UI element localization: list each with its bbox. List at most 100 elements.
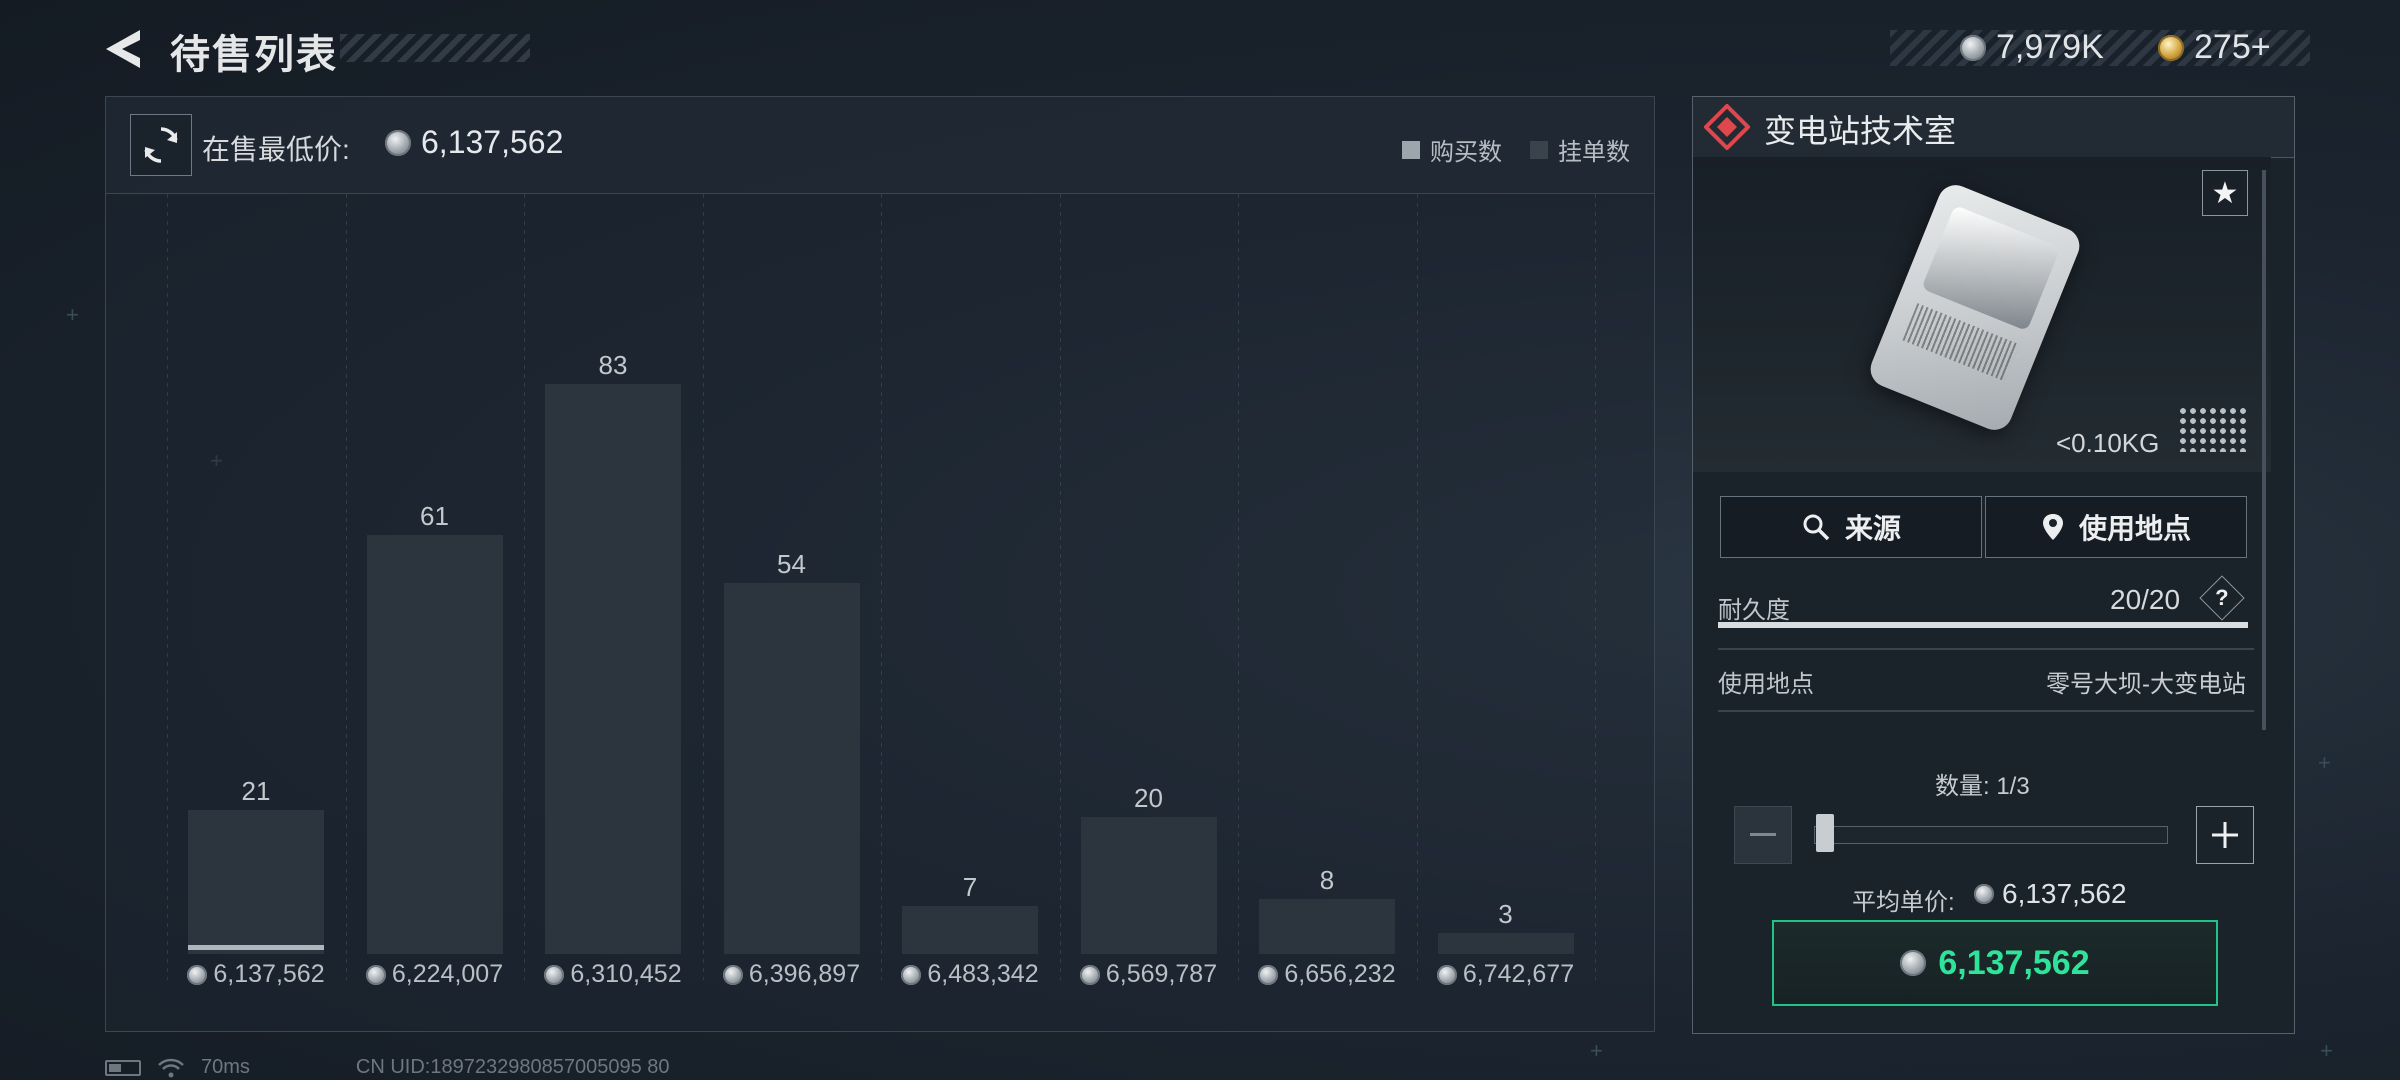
grid-line <box>1416 194 1418 980</box>
legend-list-label: 挂单数 <box>1558 139 1630 166</box>
price-tick-label[interactable]: 6,310,452 <box>513 960 713 989</box>
silver-currency: 7,979K <box>1960 28 2104 67</box>
silver-coin-icon <box>1079 964 1100 985</box>
quantity-slider-handle[interactable] <box>1816 814 1834 852</box>
location-label: 使用地点 <box>1718 671 1814 698</box>
chart-bar[interactable] <box>723 583 860 954</box>
source-button-label: 来源 <box>1844 513 1901 544</box>
favorite-button[interactable]: ★ <box>2202 170 2248 216</box>
legend-buy: 购买数 <box>1402 132 1502 167</box>
ping-value: 70ms <box>201 1056 250 1078</box>
price-tick-label[interactable]: 6,483,342 <box>870 960 1070 989</box>
price-tick-text: 6,569,787 <box>1105 960 1218 988</box>
legend-list-swatch <box>1530 140 1548 159</box>
use-location-button[interactable]: 使用地点 <box>1985 496 2247 558</box>
minus-icon <box>1750 833 1776 836</box>
back-button[interactable] <box>100 24 150 74</box>
price-tick-label[interactable]: 6,224,007 <box>335 960 535 989</box>
deco-cross: + <box>1590 1038 1603 1063</box>
plus-icon <box>2212 822 2238 848</box>
use-location-button-label: 使用地点 <box>2078 513 2191 544</box>
average-price-label: 平均单价: <box>1852 889 1955 916</box>
quantity-label: 数量: 1/3 <box>1935 773 2030 800</box>
price-tick-text: 6,742,677 <box>1462 960 1575 988</box>
quantity-slider[interactable] <box>1814 826 2168 844</box>
price-tick-label[interactable]: 6,396,897 <box>692 960 892 989</box>
bar-value-label: 61 <box>420 501 449 531</box>
bar-value-label: 8 <box>1319 865 1335 895</box>
gold-currency[interactable]: 275+ <box>2158 28 2271 67</box>
silver-coin-icon <box>901 964 922 985</box>
average-price-value: 6,137,562 <box>2002 878 2127 909</box>
price-tick-label[interactable]: 6,137,562 <box>156 960 356 989</box>
chart-bar[interactable] <box>902 906 1038 954</box>
star-icon: ★ <box>2211 176 2239 210</box>
status-bar: 70ms CN UID:1897232980857005095 80 <box>105 1056 670 1079</box>
price-tick-text: 6,396,897 <box>748 960 861 988</box>
chart-bar[interactable] <box>545 384 681 954</box>
silver-coin-icon <box>544 964 565 985</box>
key-card-type-icon <box>1704 104 1750 150</box>
deco-cross: + <box>2320 1038 2333 1063</box>
bar-value-label: 21 <box>241 776 271 806</box>
grid-line <box>1059 194 1061 980</box>
location-value: 零号大坝-大变电站 <box>2046 671 2246 698</box>
buy-button[interactable]: 6,137,562 <box>1772 920 2218 1006</box>
chart-bar[interactable] <box>366 535 503 954</box>
bar-value-label: 20 <box>1134 783 1163 813</box>
silver-coin-icon <box>385 129 411 156</box>
increase-quantity-button[interactable] <box>2196 806 2254 864</box>
price-tick-label[interactable]: 6,742,677 <box>1406 960 1606 989</box>
grid-line <box>881 194 882 980</box>
lowest-price-value: 6,137,562 <box>421 124 564 160</box>
average-price: 6,137,562 <box>1974 878 2127 910</box>
durability-value: 20/20 <box>2110 584 2181 615</box>
grid-line <box>345 194 347 980</box>
chart-bar[interactable] <box>1080 817 1217 954</box>
gold-currency-value: 275+ <box>2194 28 2271 66</box>
silver-coin-icon <box>722 964 743 985</box>
bar-value-label: 7 <box>962 872 978 902</box>
silver-currency-value: 7,979K <box>1996 28 2104 66</box>
bar-value-label: 83 <box>598 350 628 380</box>
chart-bar[interactable] <box>1437 933 1574 954</box>
price-tick-label[interactable]: 6,656,232 <box>1227 960 1427 989</box>
grid-line <box>167 194 168 980</box>
search-icon <box>1803 514 1830 541</box>
item-name: 变电站技术室 <box>1764 113 1957 149</box>
silver-coin-icon <box>187 964 208 985</box>
durability-bar <box>1718 622 2248 628</box>
silver-coin-icon <box>1436 964 1457 985</box>
back-arrow-icon <box>106 30 140 68</box>
price-tick-text: 6,224,007 <box>391 960 504 988</box>
detail-scrollbar[interactable] <box>2262 170 2266 730</box>
source-button[interactable]: 来源 <box>1720 496 1982 558</box>
silver-coin-icon <box>1258 964 1279 985</box>
price-tick-text: 6,137,562 <box>213 960 325 988</box>
bar-value-label: 54 <box>777 549 806 579</box>
refresh-button[interactable] <box>130 114 192 176</box>
chart-bar[interactable] <box>1259 899 1395 954</box>
legend-buy-label: 购买数 <box>1430 139 1502 166</box>
location-pin-icon <box>2042 514 2063 540</box>
inventory-grid-icon <box>2178 406 2248 452</box>
title-decoration <box>340 34 530 62</box>
silver-coin-icon <box>365 964 386 985</box>
refresh-icon <box>144 127 178 163</box>
grid-line <box>702 194 704 980</box>
chart-bar[interactable] <box>188 810 324 954</box>
gold-coin-icon <box>2158 34 2184 61</box>
decrease-quantity-button[interactable] <box>1734 806 1792 864</box>
selected-bar-indicator <box>188 945 324 950</box>
price-tick-label[interactable]: 6,569,787 <box>1049 960 1249 989</box>
lowest-price: 6,137,562 <box>385 124 563 161</box>
listing-bar-chart: 21 6,137,562 61 6,224,007 83 6,310,452 54 6,396… <box>106 194 1654 1030</box>
price-tick-text: 6,656,232 <box>1284 960 1396 988</box>
divider <box>1718 710 2254 712</box>
bar-value-label: 3 <box>1498 899 1513 929</box>
battery-icon <box>105 1059 141 1076</box>
grid-line <box>524 194 525 980</box>
silver-coin-icon <box>1960 34 1986 61</box>
legend-list: 挂单数 <box>1530 132 1630 167</box>
legend-buy-swatch <box>1402 140 1420 159</box>
